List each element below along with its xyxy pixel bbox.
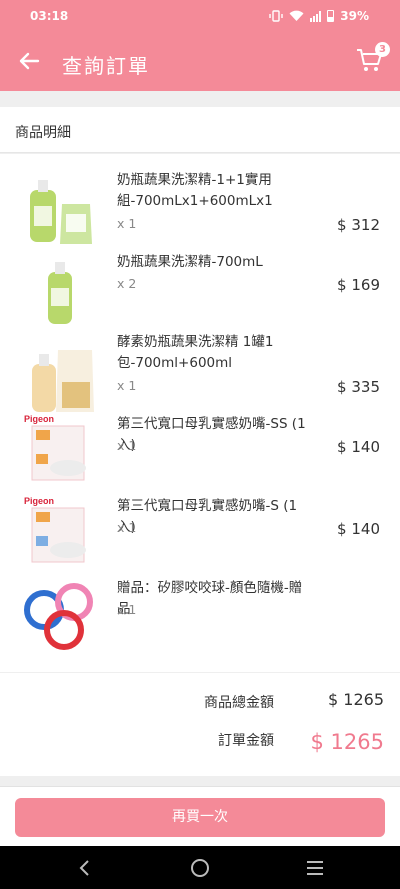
item-price: $ 335 — [337, 378, 380, 396]
item-qty: x 1 — [117, 520, 137, 535]
item-price: $ 169 — [337, 276, 380, 294]
item-name: 奶瓶蔬果洗潔精-700mL — [117, 254, 263, 270]
section-title: 商品明細 — [15, 125, 71, 141]
back-arrow-icon[interactable] — [14, 46, 44, 76]
product-nipple-s-image: Pigeon — [24, 496, 86, 563]
product-teether-ball-image — [24, 583, 93, 650]
status-icons: 39% — [269, 9, 369, 23]
item-price: $ 140 — [337, 438, 380, 456]
system-nav-bar — [0, 846, 400, 889]
vibrate-icon — [269, 10, 283, 22]
cart-button[interactable]: 3 — [356, 42, 390, 76]
buy-again-button[interactable]: 再買一次 — [15, 798, 385, 837]
nav-home-icon[interactable] — [189, 857, 211, 879]
item-name: 酵素奶瓶蔬果洗潔精 1罐1包-700ml+600ml — [117, 334, 274, 371]
status-time: 03:18 — [30, 9, 69, 23]
item-qty: x 1 — [117, 602, 137, 617]
wifi-icon — [289, 10, 304, 21]
item-qty: x 1 — [117, 216, 137, 231]
item-price: $ 140 — [337, 520, 380, 538]
svg-text:Pigeon: Pigeon — [24, 414, 54, 424]
item-name: 第三代寬口母乳實感奶嘴-SS (1入) — [117, 416, 306, 453]
item-qty: x 1 — [117, 378, 137, 393]
item-name: 奶瓶蔬果洗潔精-1+1實用組-700mLx1+600mLx1 — [117, 172, 273, 209]
order-total-label: 訂單金額 — [218, 733, 274, 749]
status-bar: 03:18 39% — [0, 0, 400, 33]
svg-text:Pigeon: Pigeon — [24, 496, 54, 506]
cart-count-badge: 3 — [375, 42, 390, 57]
item-name: 第三代寬口母乳實感奶嘴-S (1入) — [117, 498, 298, 535]
nav-menu-icon[interactable] — [304, 857, 326, 879]
subtotal-label: 商品總金額 — [204, 695, 274, 711]
bottom-action-bar: 再買一次 — [0, 786, 400, 846]
order-totals: 商品總金額 $ 1265 訂單金額 $ 1265 — [0, 673, 400, 776]
nav-back-icon[interactable] — [74, 857, 96, 879]
item-name: 贈品：矽膠咬咬球-顏色隨機-贈品 — [117, 580, 303, 617]
item-qty: x 2 — [117, 276, 137, 291]
product-bottle-image — [48, 262, 72, 324]
product-enzyme-image — [32, 350, 94, 412]
item-qty: x 1 — [117, 438, 137, 453]
order-total-value: $ 1265 — [310, 730, 384, 754]
item-price: $ 312 — [337, 216, 380, 234]
product-nipple-ss-image: Pigeon — [24, 414, 86, 481]
subtotal-value: $ 1265 — [328, 690, 384, 709]
page-title: 查詢訂單 — [62, 54, 150, 78]
signal-icon — [310, 10, 322, 22]
order-items-list: 奶瓶蔬果洗潔精-1+1實用組-700mLx1+600mLx1 x 1 $ 312… — [0, 154, 400, 672]
battery-level: 39% — [340, 9, 369, 23]
app-bar: 查詢訂單 3 — [0, 33, 400, 91]
product-bottle-refill-image — [30, 180, 92, 244]
battery-icon — [327, 10, 335, 22]
product-details-header: 商品明細 — [0, 107, 400, 153]
